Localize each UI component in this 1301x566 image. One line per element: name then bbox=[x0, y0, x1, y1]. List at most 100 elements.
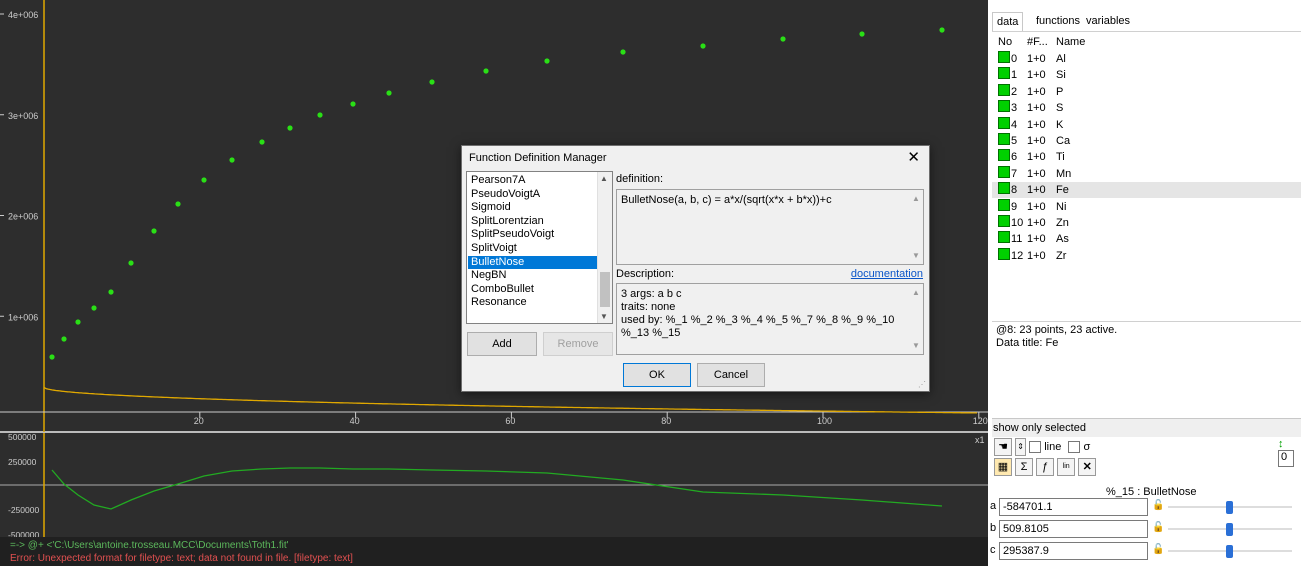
spin-control[interactable]: ↕ 0 bbox=[1278, 438, 1301, 467]
slider-thumb[interactable] bbox=[1226, 523, 1233, 536]
slider-thumb[interactable] bbox=[1226, 501, 1233, 514]
function-list-item[interactable]: Sigmoid bbox=[468, 201, 599, 214]
function-list[interactable]: Pearson7A PseudoVoigtA Sigmoid SplitLorentz… bbox=[466, 171, 613, 324]
scroll-up-icon[interactable]: ▲ bbox=[600, 174, 608, 183]
table-row[interactable]: 12 1+0 Zr bbox=[992, 247, 1301, 264]
dataset-color-swatch[interactable] bbox=[998, 198, 1010, 211]
table-row[interactable]: 9 1+0 Ni bbox=[992, 198, 1301, 215]
close-icon[interactable]: ✕ bbox=[907, 148, 920, 166]
function-list-item[interactable]: NegBN bbox=[468, 269, 599, 282]
data-point[interactable] bbox=[429, 79, 435, 85]
data-point[interactable] bbox=[61, 336, 67, 342]
table-row[interactable]: 6 1+0 Ti bbox=[992, 149, 1301, 165]
table-row[interactable]: 4 1+0 K bbox=[992, 116, 1301, 133]
column-header-name[interactable]: Name bbox=[1056, 34, 1085, 50]
data-point[interactable] bbox=[259, 139, 265, 145]
table-row[interactable]: 3 1+0 S bbox=[992, 100, 1301, 116]
data-point[interactable] bbox=[229, 157, 235, 163]
data-point[interactable] bbox=[620, 49, 626, 55]
linear-icon[interactable]: lin bbox=[1057, 458, 1076, 476]
remove-button[interactable]: Remove bbox=[543, 332, 613, 356]
data-point[interactable] bbox=[108, 289, 114, 295]
description-scrollbar[interactable]: ▲ ▼ bbox=[910, 284, 923, 354]
parameter-value-input[interactable]: -584701.1 bbox=[999, 498, 1148, 516]
table-row[interactable]: 11 1+0 As bbox=[992, 231, 1301, 247]
scroll-thumb[interactable] bbox=[600, 272, 610, 307]
sum-icon[interactable]: Σ bbox=[1015, 458, 1034, 476]
slider-thumb[interactable] bbox=[1226, 545, 1233, 558]
grid-icon[interactable]: ▦ bbox=[994, 458, 1012, 476]
resize-grip-icon[interactable]: ⋰ bbox=[918, 380, 926, 389]
column-header-functions[interactable]: #F... bbox=[1027, 34, 1048, 50]
data-point[interactable] bbox=[386, 90, 392, 96]
function-list-item[interactable]: PseudoVoigtA bbox=[468, 188, 599, 201]
data-point[interactable] bbox=[780, 36, 786, 42]
data-point[interactable] bbox=[859, 31, 865, 37]
dataset-color-swatch[interactable] bbox=[998, 182, 1010, 195]
list-scrollbar[interactable]: ▲ ▼ bbox=[597, 172, 612, 323]
definition-scrollbar[interactable]: ▲ ▼ bbox=[910, 190, 923, 264]
data-point[interactable] bbox=[350, 101, 356, 107]
data-point[interactable] bbox=[49, 354, 55, 360]
lock-icon[interactable]: 🔓 bbox=[1152, 522, 1164, 533]
definition-textbox[interactable]: BulletNose(a, b, c) = a*x/(sqrt(x*x + b*… bbox=[616, 189, 924, 265]
cursor-icon[interactable]: ☚ bbox=[994, 438, 1012, 456]
parameter-slider[interactable] bbox=[1168, 545, 1292, 558]
parameter-slider[interactable] bbox=[1168, 501, 1292, 514]
function-list-item[interactable]: Pearson7A bbox=[468, 174, 599, 187]
dataset-color-swatch[interactable] bbox=[998, 133, 1010, 145]
function-list-item[interactable]: SplitVoigt bbox=[468, 242, 599, 255]
parameter-value-input[interactable]: 295387.9 bbox=[999, 542, 1148, 560]
table-row[interactable]: 2 1+0 P bbox=[992, 83, 1301, 100]
function-list-item[interactable]: Resonance bbox=[468, 296, 599, 309]
dataset-color-swatch[interactable] bbox=[998, 116, 1010, 129]
spin-arrows-icon[interactable]: ⇕ bbox=[1015, 438, 1027, 456]
dataset-color-swatch[interactable] bbox=[998, 247, 1010, 260]
function-list-item[interactable]: BulletNose bbox=[468, 255, 599, 269]
dataset-color-swatch[interactable] bbox=[998, 83, 1010, 96]
data-point[interactable] bbox=[128, 260, 134, 266]
data-point[interactable] bbox=[939, 27, 945, 33]
spin-value[interactable]: 0 bbox=[1278, 450, 1294, 467]
data-point[interactable] bbox=[700, 43, 706, 49]
add-button[interactable]: Add bbox=[467, 332, 537, 356]
data-point[interactable] bbox=[151, 228, 157, 234]
data-point[interactable] bbox=[317, 112, 323, 118]
function-list-item[interactable]: SplitLorentzian bbox=[468, 215, 599, 228]
dataset-color-swatch[interactable] bbox=[998, 231, 1010, 244]
function-list-item[interactable]: ComboBullet bbox=[468, 283, 599, 296]
table-row[interactable]: 5 1+0 Ca bbox=[992, 133, 1301, 149]
table-row[interactable]: 0 1+0 Al bbox=[992, 51, 1301, 67]
data-point[interactable] bbox=[75, 319, 81, 325]
function-icon[interactable]: ƒ bbox=[1036, 458, 1055, 476]
dataset-color-swatch[interactable] bbox=[998, 165, 1010, 178]
dataset-color-swatch[interactable] bbox=[998, 149, 1010, 162]
scroll-down-icon[interactable]: ▼ bbox=[600, 312, 608, 321]
parameter-slider[interactable] bbox=[1168, 523, 1292, 536]
table-row[interactable]: 7 1+0 Mn bbox=[992, 165, 1301, 182]
data-point[interactable] bbox=[287, 125, 293, 131]
dataset-color-swatch[interactable] bbox=[998, 51, 1010, 63]
line-checkbox[interactable] bbox=[1029, 441, 1042, 453]
show-only-selected[interactable]: show only selected bbox=[992, 418, 1301, 437]
function-definition-dialog[interactable]: Function Definition Manager ✕ Pearson7A P… bbox=[461, 145, 930, 392]
lock-icon[interactable]: 🔓 bbox=[1152, 500, 1164, 511]
dataset-table[interactable]: No #F... Name 0 1+0 Al 1 1+0 Si 2 1+0 P 3 1+0 S 4 1+0… bbox=[992, 31, 1301, 320]
table-row[interactable]: 1 1+0 Si bbox=[992, 67, 1301, 83]
table-row[interactable]: 10 1+0 Zn bbox=[992, 215, 1301, 231]
dataset-color-swatch[interactable] bbox=[998, 100, 1010, 113]
dataset-color-swatch[interactable] bbox=[998, 67, 1010, 80]
dataset-color-swatch[interactable] bbox=[998, 215, 1010, 227]
sigma-checkbox[interactable] bbox=[1068, 441, 1081, 453]
data-point[interactable] bbox=[201, 177, 207, 183]
delete-icon[interactable]: ✕ bbox=[1078, 458, 1097, 476]
data-point[interactable] bbox=[544, 58, 550, 64]
documentation-link[interactable]: documentation bbox=[851, 268, 923, 280]
column-header-no[interactable]: No bbox=[998, 34, 1012, 50]
parameter-value-input[interactable]: 509.8105 bbox=[999, 520, 1148, 538]
spin-icon[interactable]: ↕ bbox=[1278, 438, 1284, 450]
cancel-button[interactable]: Cancel bbox=[697, 363, 765, 387]
function-list-item[interactable]: SplitPseudoVoigt bbox=[468, 228, 599, 241]
data-point[interactable] bbox=[175, 201, 181, 207]
data-point[interactable] bbox=[91, 305, 97, 311]
